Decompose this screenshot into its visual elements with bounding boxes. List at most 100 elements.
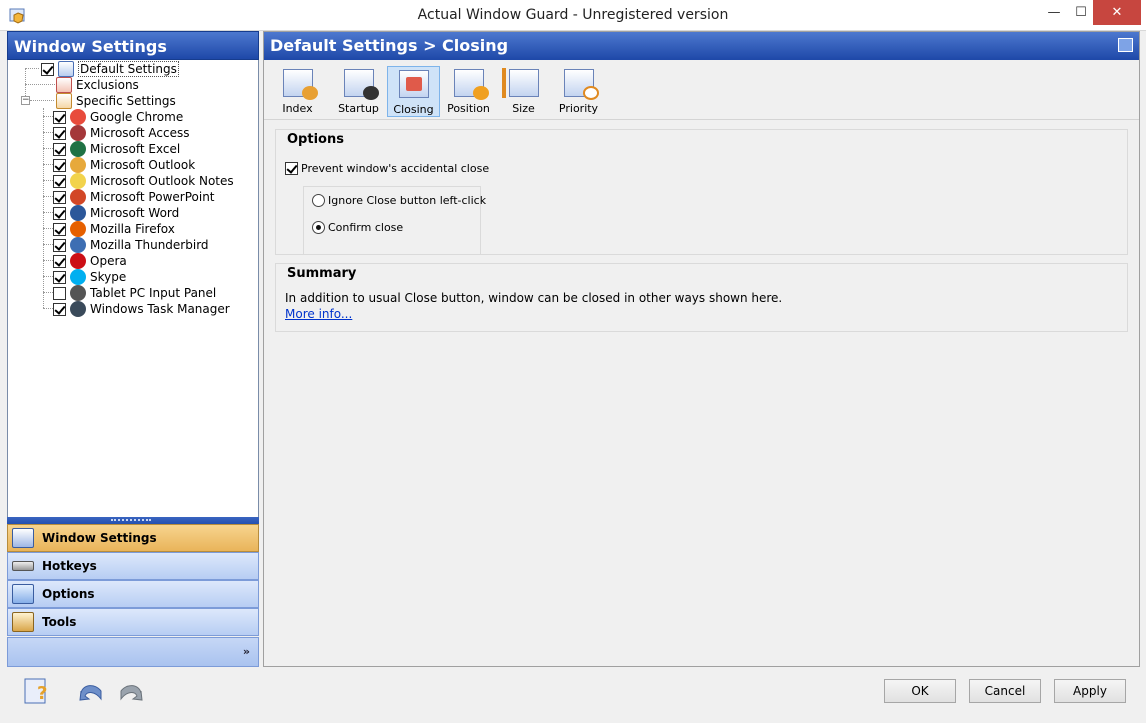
undo-icon[interactable]	[77, 677, 105, 705]
nav-more[interactable]: »	[7, 637, 259, 667]
tab-size[interactable]: Size	[497, 66, 550, 117]
tab-position[interactable]: Position	[442, 66, 495, 117]
default-settings-checkbox[interactable]	[41, 62, 54, 76]
priority-icon	[563, 69, 599, 100]
nav-window-settings[interactable]: Window Settings	[7, 524, 259, 552]
more-info-link[interactable]: More info...	[285, 307, 352, 321]
page-header: Default Settings > Closing	[264, 32, 1139, 60]
tab-label: Index	[282, 102, 313, 115]
chevron-double-down-icon[interactable]: »	[243, 645, 250, 658]
confirm-close-label: Confirm close	[328, 221, 404, 234]
nav-hotkeys[interactable]: Hotkeys	[7, 552, 259, 580]
tree-label: Microsoft Outlook Notes	[90, 174, 234, 188]
tree-item-specific-settings[interactable]: Specific Settings	[52, 93, 176, 109]
tree-item-app[interactable]: Opera	[53, 253, 127, 269]
window-settings-header: Window Settings	[7, 31, 259, 60]
tab-label: Position	[447, 102, 490, 115]
tree-item-app[interactable]: Microsoft Access	[53, 125, 190, 141]
app-checkbox[interactable]	[53, 238, 66, 252]
tree-item-app[interactable]: Tablet PC Input Panel	[53, 285, 216, 301]
specific-settings-icon	[56, 93, 72, 109]
help-icon[interactable]: ?	[23, 677, 51, 705]
nav-tools[interactable]: Tools	[7, 608, 259, 636]
tree-label: Microsoft Excel	[90, 142, 181, 156]
app-checkbox[interactable]	[53, 302, 66, 316]
tree-item-app[interactable]: Microsoft Word	[53, 205, 179, 221]
prevent-close-option[interactable]: Prevent window's accidental close	[285, 162, 489, 175]
tree-label: Microsoft Outlook	[90, 158, 196, 172]
keyboard-icon	[70, 285, 86, 301]
exclusions-icon	[56, 77, 72, 93]
tree-label: Mozilla Firefox	[90, 222, 175, 236]
tab-priority[interactable]: Priority	[552, 66, 605, 117]
tab-label: Closing	[393, 103, 434, 116]
tree-item-app[interactable]: Mozilla Thunderbird	[53, 237, 209, 253]
ignore-close-radio[interactable]	[312, 194, 325, 207]
position-icon	[453, 69, 489, 100]
close-button[interactable]: ✕	[1093, 0, 1141, 25]
apply-button[interactable]: Apply	[1054, 679, 1126, 703]
tree-line	[25, 84, 55, 85]
collapse-icon[interactable]: −	[21, 96, 30, 105]
panel-splitter[interactable]	[7, 517, 259, 524]
task-manager-icon	[70, 301, 86, 317]
ignore-close-option[interactable]: Ignore Close button left-click	[312, 194, 486, 207]
app-checkbox[interactable]	[53, 110, 66, 124]
tree-item-app[interactable]: Google Chrome	[53, 109, 183, 125]
nav-options[interactable]: Options	[7, 580, 259, 608]
confirm-close-option[interactable]: Confirm close	[312, 221, 403, 234]
svg-text:?: ?	[37, 683, 47, 704]
app-checkbox[interactable]	[53, 174, 66, 188]
tree-item-app[interactable]: Microsoft Outlook Notes	[53, 173, 234, 189]
opera-icon	[70, 253, 86, 269]
tab-label: Priority	[558, 102, 599, 115]
app-checkbox[interactable]	[53, 222, 66, 236]
restore-window-icon[interactable]	[1118, 38, 1133, 52]
tree-item-default-settings[interactable]: Default Settings	[41, 61, 179, 77]
confirm-close-radio[interactable]	[312, 221, 325, 234]
settings-tree[interactable]: − Default Settings Exclusions Specific S…	[7, 60, 259, 549]
tree-item-app[interactable]: Mozilla Firefox	[53, 221, 175, 237]
closing-icon	[398, 70, 429, 98]
tab-startup[interactable]: Startup	[332, 66, 385, 117]
tree-item-exclusions[interactable]: Exclusions	[52, 77, 139, 93]
redo-icon[interactable]	[117, 677, 145, 705]
tab-label: Startup	[338, 102, 379, 115]
app-checkbox[interactable]	[53, 270, 66, 284]
settings-content: Options Prevent window's accidental clos…	[264, 122, 1139, 666]
keyboard-icon	[12, 561, 34, 571]
ok-button[interactable]: OK	[884, 679, 956, 703]
maximize-button[interactable]: ☐	[1067, 0, 1095, 25]
app-checkbox[interactable]	[53, 126, 66, 140]
tree-item-app[interactable]: Microsoft Excel	[53, 141, 180, 157]
settings-toolbar: Index Startup Closing Position Size Prio…	[264, 60, 1139, 120]
tree-line	[25, 68, 39, 69]
summary-title: Summary	[287, 266, 357, 281]
index-icon	[282, 69, 318, 100]
startup-icon	[343, 69, 379, 100]
tree-label: Microsoft Access	[90, 126, 190, 140]
chrome-icon	[70, 109, 86, 125]
tree-label: Google Chrome	[90, 110, 184, 124]
app-checkbox[interactable]	[53, 286, 66, 300]
tree-label: Opera	[90, 254, 127, 268]
app-checkbox[interactable]	[53, 158, 66, 172]
app-checkbox[interactable]	[53, 142, 66, 156]
tree-label: Windows Task Manager	[90, 302, 230, 316]
title-bar: Actual Window Guard - Unregistered versi…	[0, 0, 1146, 31]
prevent-close-checkbox[interactable]	[285, 162, 298, 175]
cancel-button[interactable]: Cancel	[969, 679, 1041, 703]
tree-item-app[interactable]: Windows Task Manager	[53, 301, 230, 317]
tree-item-app[interactable]: Microsoft PowerPoint	[53, 189, 215, 205]
tree-item-app[interactable]: Microsoft Outlook	[53, 157, 195, 173]
tab-closing[interactable]: Closing	[387, 66, 440, 117]
nav-label: Tools	[42, 615, 77, 629]
minimize-button[interactable]: —	[1040, 0, 1068, 25]
app-checkbox[interactable]	[53, 206, 66, 220]
app-checkbox[interactable]	[53, 190, 66, 204]
tree-item-app[interactable]: Skype	[53, 269, 126, 285]
tab-index[interactable]: Index	[271, 66, 324, 117]
access-icon	[70, 125, 86, 141]
options-icon	[12, 584, 34, 604]
app-checkbox[interactable]	[53, 254, 66, 268]
